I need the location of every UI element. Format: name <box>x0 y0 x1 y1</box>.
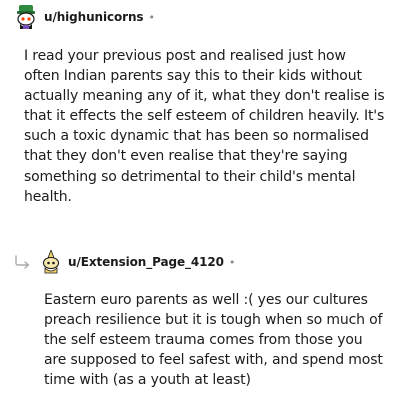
comment-text-line: I read your previous post and realised j… <box>24 48 346 64</box>
comment-text-line: that it effects the self esteem of child… <box>24 108 385 125</box>
comment-text-line: actually meaning any of it, what they do… <box>24 88 385 105</box>
comment-text-line: such a toxic dynamic that has been so no… <box>24 128 369 145</box>
snoo-avatar-icon[interactable] <box>40 250 62 274</box>
reply-text-line: are supposed to feel safest with, and sp… <box>44 352 383 369</box>
comment-text-line: something so detrimental to their child'… <box>24 168 356 185</box>
username[interactable]: u/Extension_Page_4120 <box>68 255 224 269</box>
reply-comment-header: u/Extension_Page_4120 • <box>14 249 235 275</box>
reply-arrow-icon <box>14 254 32 270</box>
top-comment-header: u/highunicorns • <box>14 4 155 30</box>
username[interactable]: u/highunicorns <box>44 10 144 24</box>
reply-text-line: preach resilience but it is tough when s… <box>44 312 383 329</box>
comment-text-line: often Indian parents say this to their k… <box>24 68 362 85</box>
comment-text-line: health. <box>24 188 72 205</box>
separator-dot: • <box>148 10 155 24</box>
unicorn-avatar-icon[interactable] <box>14 4 38 30</box>
reply-text-line: the self esteem trauma comes from those … <box>44 332 363 349</box>
reply-text-line: time with (as a youth at least) <box>44 372 251 389</box>
comment-text-line: that they don't even realise that they'r… <box>24 148 348 165</box>
reply-body: Eastern euro parents as well :( yes our … <box>44 290 386 390</box>
separator-dot: • <box>228 255 236 269</box>
reply-text-line: Eastern euro parents as well :( yes our … <box>44 292 368 308</box>
comment-body: I read your previous post and realised j… <box>24 46 386 207</box>
